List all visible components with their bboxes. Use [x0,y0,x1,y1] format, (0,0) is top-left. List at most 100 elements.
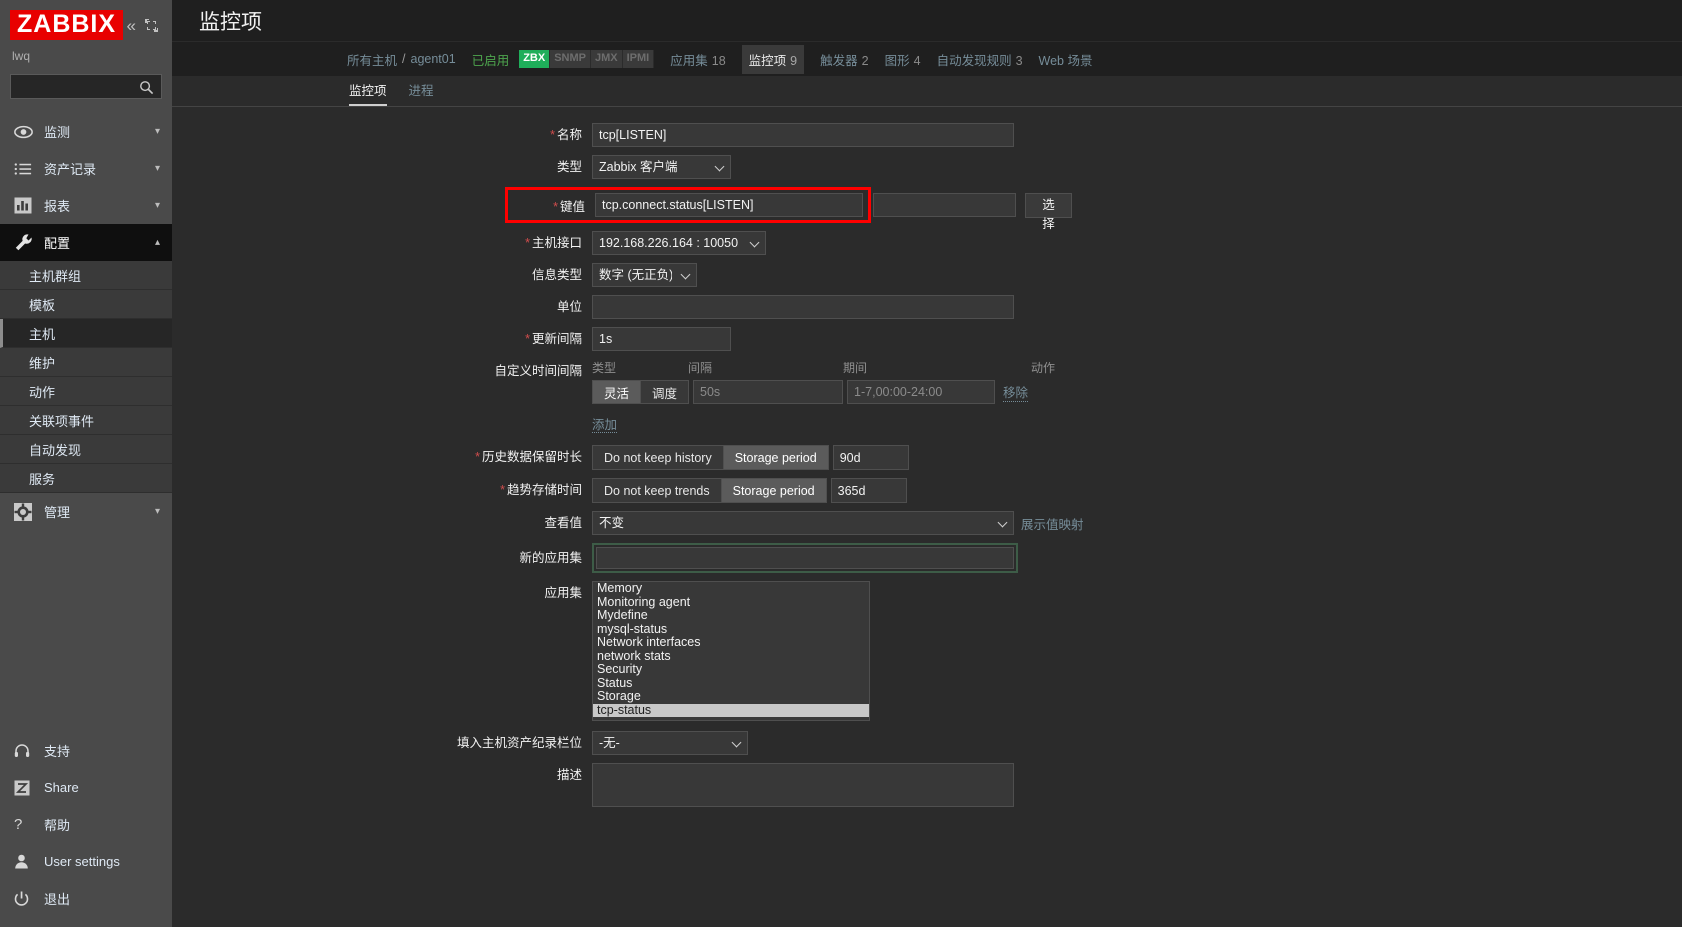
field-host-interface: 192.168.226.164 : 10050 [592,231,766,255]
search-box[interactable] [10,74,162,100]
sidebar-item-discovery[interactable]: 自动发现 [0,435,172,465]
select-key-button[interactable]: 选择 [1025,192,1072,231]
host-interface-select[interactable]: 192.168.226.164 : 10050 [592,231,766,255]
sidebar-item-monitoring[interactable]: 监测 ▾ [0,113,172,150]
show-value-mappings-link[interactable]: 展示值映射 [1021,514,1084,533]
breadcrumb-tab-graphs[interactable]: 图形 4 [885,50,921,69]
breadcrumb-tab-items[interactable]: 监控项 9 [741,44,805,74]
sidebar-item-share[interactable]: Share [0,769,172,806]
trends-storage-period-button[interactable]: Storage period [720,478,827,503]
sidebar-item-host-groups[interactable]: 主机群组 [0,261,172,291]
custom-interval-row: 灵活 调度 移除 [592,380,1055,404]
sidebar-item-maintenance[interactable]: 维护 [0,348,172,378]
application-option[interactable]: Mydefine [593,608,869,623]
remove-interval-link[interactable]: 移除 [1003,382,1029,402]
application-option[interactable]: Memory [593,582,869,596]
wrench-icon [14,233,38,253]
host-status-badge[interactable]: 已启用 [472,50,510,69]
sidebar-search-wrap [0,63,172,100]
required-marker: * [553,199,558,214]
history-do-not-keep-button[interactable]: Do not keep history [592,445,723,470]
value-map-select[interactable]: 不变 [592,511,1014,535]
bar-chart-icon [14,197,38,214]
description-textarea[interactable] [592,763,1014,807]
double-chevron-left-icon[interactable]: « [127,17,136,34]
application-option[interactable]: Network interfaces [593,635,869,650]
protocol-badge-ipmi[interactable]: IPMI [622,50,655,68]
breadcrumb-tab-discovery-rules[interactable]: 自动发现规则 3 [937,50,1023,69]
application-option[interactable]: Monitoring agent [593,595,869,610]
sidebar-item-signout[interactable]: 退出 [0,880,172,917]
label-text: 名称 [556,128,582,142]
key-extra-input[interactable] [873,193,1016,217]
sidebar-item-reports[interactable]: 报表 ▾ [0,187,172,224]
interval-mode-scheduling-button[interactable]: 调度 [640,380,690,404]
breadcrumb-tab-applications[interactable]: 应用集 18 [670,50,725,69]
application-option[interactable]: Status [593,676,869,691]
breadcrumb-host[interactable]: agent01 [411,52,456,66]
protocol-badge-jmx[interactable]: JMX [590,50,623,68]
field-update-interval [592,327,731,351]
sidebar-item-actions[interactable]: 动作 [0,377,172,407]
new-application-focus-ring [592,543,1018,573]
add-interval-link[interactable]: 添加 [592,418,618,433]
sidebar-item-templates[interactable]: 模板 [0,290,172,320]
breadcrumb-tab-web-scenarios[interactable]: Web 场景 [1039,50,1093,69]
form-row-inventory-field: 填入主机资产纪录栏位 -无- [172,731,1682,755]
application-option[interactable]: tcp-status [593,703,869,717]
breadcrumb-all-hosts[interactable]: 所有主机 [347,50,397,69]
sidebar-item-services[interactable]: 服务 [0,464,172,494]
application-option[interactable]: network stats [593,649,869,664]
sidebar-item-administration[interactable]: 管理 ▾ [0,493,172,530]
label-value-map: 查看值 [172,511,592,531]
info-type-select[interactable]: 数字 (无正负) [592,263,697,287]
application-option[interactable]: Security [593,662,869,677]
sidebar-subitem-label: 主机群组 [29,268,82,284]
protocol-badge-zbx[interactable]: ZBX [519,50,551,68]
label-text: 历史数据保留时长 [481,450,582,464]
sidebar-item-event-correlation[interactable]: 关联项事件 [0,406,172,436]
application-option[interactable]: mysql-status [593,622,869,637]
key-input[interactable] [595,193,863,217]
interval-mode-flexible-button[interactable]: 灵活 [592,380,641,404]
sidebar-subitem-label: 动作 [29,384,56,400]
sidebar-item-hosts[interactable]: 主机 [0,319,172,349]
label-text: 信息类型 [531,268,582,282]
tab-item[interactable]: 监控项 [349,80,387,106]
breadcrumb: 所有主机 / agent01 已启用 ZBX SNMP JMX IPMI 应用集… [172,41,1682,76]
trends-period-input[interactable] [830,478,907,503]
interval-value-input[interactable] [693,380,844,404]
trends-do-not-keep-button[interactable]: Do not keep trends [592,478,721,503]
label-text: 新的应用集 [519,551,582,565]
field-description [592,763,1014,807]
search-icon[interactable] [139,80,154,98]
sidebar-item-help[interactable]: ? 帮助 [0,806,172,843]
interval-period-input[interactable] [847,380,996,404]
form-row-value-map: 查看值 不变 展示值映射 [172,511,1682,535]
sidebar-item-support[interactable]: 支持 [0,732,172,769]
sidebar-controls: « [127,17,162,34]
units-input[interactable] [592,295,1014,319]
name-input[interactable] [592,123,1014,147]
history-storage-period-button[interactable]: Storage period [722,445,829,470]
zabbix-logo[interactable]: ZABBIX [10,10,124,41]
sidebar-item-user-settings[interactable]: User settings [0,843,172,880]
page-header: 监控项 [172,0,1682,41]
sidebar-item-inventory[interactable]: 资产记录 ▾ [0,150,172,187]
breadcrumb-tab-triggers[interactable]: 触发器 2 [820,50,868,69]
history-period-input[interactable] [832,445,909,470]
applications-listbox[interactable]: Memory Monitoring agent Mydefine mysql-stat… [592,581,870,721]
field-new-application [592,543,1018,573]
history-mode-toggle: Do not keep history Storage period [592,445,829,470]
new-application-input[interactable] [596,547,1014,569]
tab-label: 监控项 [748,53,787,68]
sidebar-item-configuration[interactable]: 配置 ▴ [0,224,172,262]
protocol-badge-snmp[interactable]: SNMP [550,50,591,68]
collapse-expand-icon[interactable] [145,18,158,32]
type-select[interactable]: Zabbix 客户端 [592,155,731,179]
update-interval-input[interactable] [592,327,731,351]
sidebar-item-label: User settings [44,854,120,869]
tab-preprocessing[interactable]: 进程 [409,80,434,106]
application-option[interactable]: Storage [593,689,869,704]
inventory-field-select[interactable]: -无- [592,731,748,755]
